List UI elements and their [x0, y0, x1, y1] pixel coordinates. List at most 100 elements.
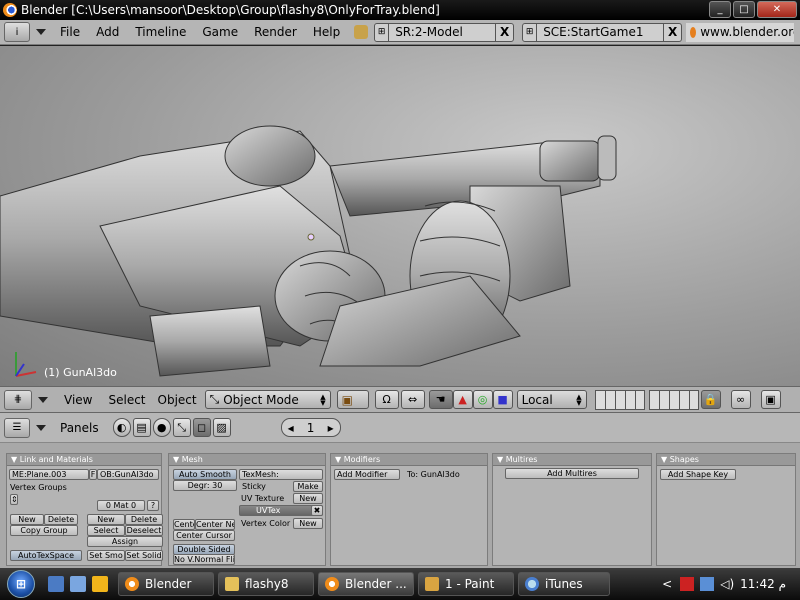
menu-game[interactable]: Game: [194, 25, 246, 39]
menu-object[interactable]: Object: [152, 393, 203, 407]
panel-modifiers-header[interactable]: ▼ Modifiers: [331, 454, 487, 466]
center-cursor-button[interactable]: Center Cursor: [173, 530, 235, 541]
layer-grid-a-icon[interactable]: [594, 389, 645, 410]
panel-multires-header[interactable]: ▼ Multires: [493, 454, 651, 466]
copy-group-button[interactable]: Copy Group: [10, 525, 78, 536]
scene-context-icon[interactable]: ▨: [212, 418, 231, 437]
center-new-button[interactable]: Center Ne: [195, 519, 235, 530]
switch-windows-icon[interactable]: [70, 576, 86, 592]
set-solid-button[interactable]: Set Solid: [125, 550, 163, 561]
mesh-name-field[interactable]: ME:Plane.003: [9, 469, 89, 480]
task-blender-1[interactable]: Blender: [118, 572, 214, 596]
scale-manipulator-icon[interactable]: ■: [492, 390, 513, 409]
lock-icon[interactable]: 🔒: [700, 390, 721, 409]
clock[interactable]: 11:42 م: [740, 577, 786, 591]
material-help-button[interactable]: ?: [147, 500, 159, 511]
maximize-button[interactable]: □: [733, 1, 755, 18]
screen-delete-button[interactable]: X: [495, 23, 513, 41]
auto-smooth-toggle[interactable]: Auto Smooth: [173, 469, 237, 480]
frame-increment-icon[interactable]: ▸: [328, 421, 334, 435]
draw-type-dropdown[interactable]: ▣: [336, 390, 369, 409]
vertex-group-browse-icon[interactable]: ⇕: [10, 494, 18, 505]
menu-file[interactable]: File: [52, 25, 88, 39]
add-multires-button[interactable]: Add Multires: [505, 468, 639, 479]
no-vnormal-flip-toggle[interactable]: No V.Normal Fli: [173, 554, 235, 565]
engine-icon[interactable]: [354, 25, 369, 39]
material-assign-button[interactable]: Assign: [87, 536, 163, 547]
buttons-window-type-icon[interactable]: ☰: [4, 417, 30, 438]
orientation-dropdown[interactable]: Local ▲ ▼: [516, 390, 587, 409]
collapse-menu-icon[interactable]: [36, 29, 46, 35]
render-preview-icon[interactable]: ▣: [760, 390, 781, 409]
set-smooth-button[interactable]: Set Smo: [87, 550, 125, 561]
script-context-icon[interactable]: ▤: [132, 418, 151, 437]
task-blender-2[interactable]: Blender ...: [318, 572, 414, 596]
scene-browse-icon[interactable]: ⊞: [523, 23, 538, 41]
hand-tool-icon[interactable]: ☚: [428, 390, 453, 409]
layer-grid-b-icon[interactable]: [648, 389, 699, 410]
3d-viewport[interactable]: (1) GunAl3do: [0, 46, 800, 386]
collapse-3d-menu-icon[interactable]: [38, 396, 48, 403]
rotate-manipulator-icon[interactable]: ◎: [472, 390, 493, 409]
tray-expand-icon[interactable]: <: [662, 577, 672, 591]
object-name-field[interactable]: OB:GunAl3do: [97, 469, 159, 480]
snap-icon[interactable]: ∞: [730, 390, 751, 409]
fake-user-button[interactable]: F: [89, 469, 97, 480]
frame-value[interactable]: 1: [307, 421, 315, 435]
3d-window-type-icon[interactable]: ⋕: [4, 389, 32, 410]
minimize-button[interactable]: _: [709, 1, 731, 18]
panel-shapes-header[interactable]: ▼ Shapes: [657, 454, 795, 466]
screen-selector[interactable]: ⊞ SR:2-Model X: [374, 22, 515, 42]
menu-timeline[interactable]: Timeline: [127, 25, 194, 39]
menu-panels[interactable]: Panels: [52, 421, 107, 435]
scene-name[interactable]: SCE:StartGame1: [537, 25, 663, 39]
frame-decrement-icon[interactable]: ◂: [288, 421, 294, 435]
show-desktop-icon[interactable]: [48, 576, 64, 592]
material-select-button[interactable]: Select: [87, 525, 125, 536]
panel-mesh-header[interactable]: ▼ Mesh: [169, 454, 325, 466]
menu-add[interactable]: Add: [88, 25, 127, 39]
close-button[interactable]: ✕: [757, 1, 797, 18]
degree-field[interactable]: Degr: 30: [173, 480, 237, 491]
add-shape-key-button[interactable]: Add Shape Key: [660, 469, 736, 480]
network-tray-icon[interactable]: [700, 577, 715, 591]
material-new-button[interactable]: New: [87, 514, 125, 525]
pivot-icon[interactable]: Ω: [374, 390, 399, 409]
screen-name[interactable]: SR:2-Model: [389, 25, 495, 39]
volume-tray-icon[interactable]: ◁): [720, 577, 734, 591]
add-modifier-button[interactable]: Add Modifier: [334, 469, 400, 480]
menu-view[interactable]: View: [54, 393, 102, 407]
vgroup-delete-button[interactable]: Delete: [44, 514, 78, 525]
vertex-color-new-button[interactable]: New: [293, 518, 323, 529]
uv-texture-new-button[interactable]: New: [293, 493, 323, 504]
antivirus-tray-icon[interactable]: [680, 577, 695, 591]
texmesh-field[interactable]: TexMesh:: [239, 469, 323, 480]
task-paint[interactable]: 1 - Paint: [418, 572, 514, 596]
sticky-make-button[interactable]: Make: [293, 481, 323, 492]
info-window-type-icon[interactable]: i: [4, 22, 30, 42]
frame-field[interactable]: ◂ 1 ▸: [280, 418, 341, 437]
material-delete-button[interactable]: Delete: [125, 514, 163, 525]
autotexspace-toggle[interactable]: AutoTexSpace: [10, 550, 82, 561]
logic-context-icon[interactable]: ◐: [112, 418, 131, 437]
scene-selector[interactable]: ⊞ SCE:StartGame1 X: [522, 22, 683, 42]
shading-context-icon[interactable]: ●: [152, 418, 171, 437]
media-player-icon[interactable]: [92, 576, 108, 592]
start-button[interactable]: ⊞: [0, 568, 42, 600]
object-context-icon[interactable]: ⤡: [172, 418, 191, 437]
center-button[interactable]: Cente: [173, 519, 195, 530]
scene-delete-button[interactable]: X: [663, 23, 681, 41]
menu-help[interactable]: Help: [305, 25, 348, 39]
task-flashy8[interactable]: flashy8: [218, 572, 314, 596]
menu-render[interactable]: Render: [246, 25, 305, 39]
pivot-align-icon[interactable]: ⇔: [400, 390, 425, 409]
panel-link-header[interactable]: ▼ Link and Materials: [7, 454, 161, 466]
material-deselect-button[interactable]: Deselect: [125, 525, 163, 536]
menu-select[interactable]: Select: [102, 393, 151, 407]
collapse-buttons-menu-icon[interactable]: [36, 424, 46, 431]
screen-browse-icon[interactable]: ⊞: [375, 23, 390, 41]
editing-context-icon[interactable]: ◻: [192, 418, 211, 437]
blender-url[interactable]: www.blender.org: [686, 22, 795, 42]
material-index-field[interactable]: 0 Mat 0: [97, 500, 145, 511]
vgroup-new-button[interactable]: New: [10, 514, 44, 525]
